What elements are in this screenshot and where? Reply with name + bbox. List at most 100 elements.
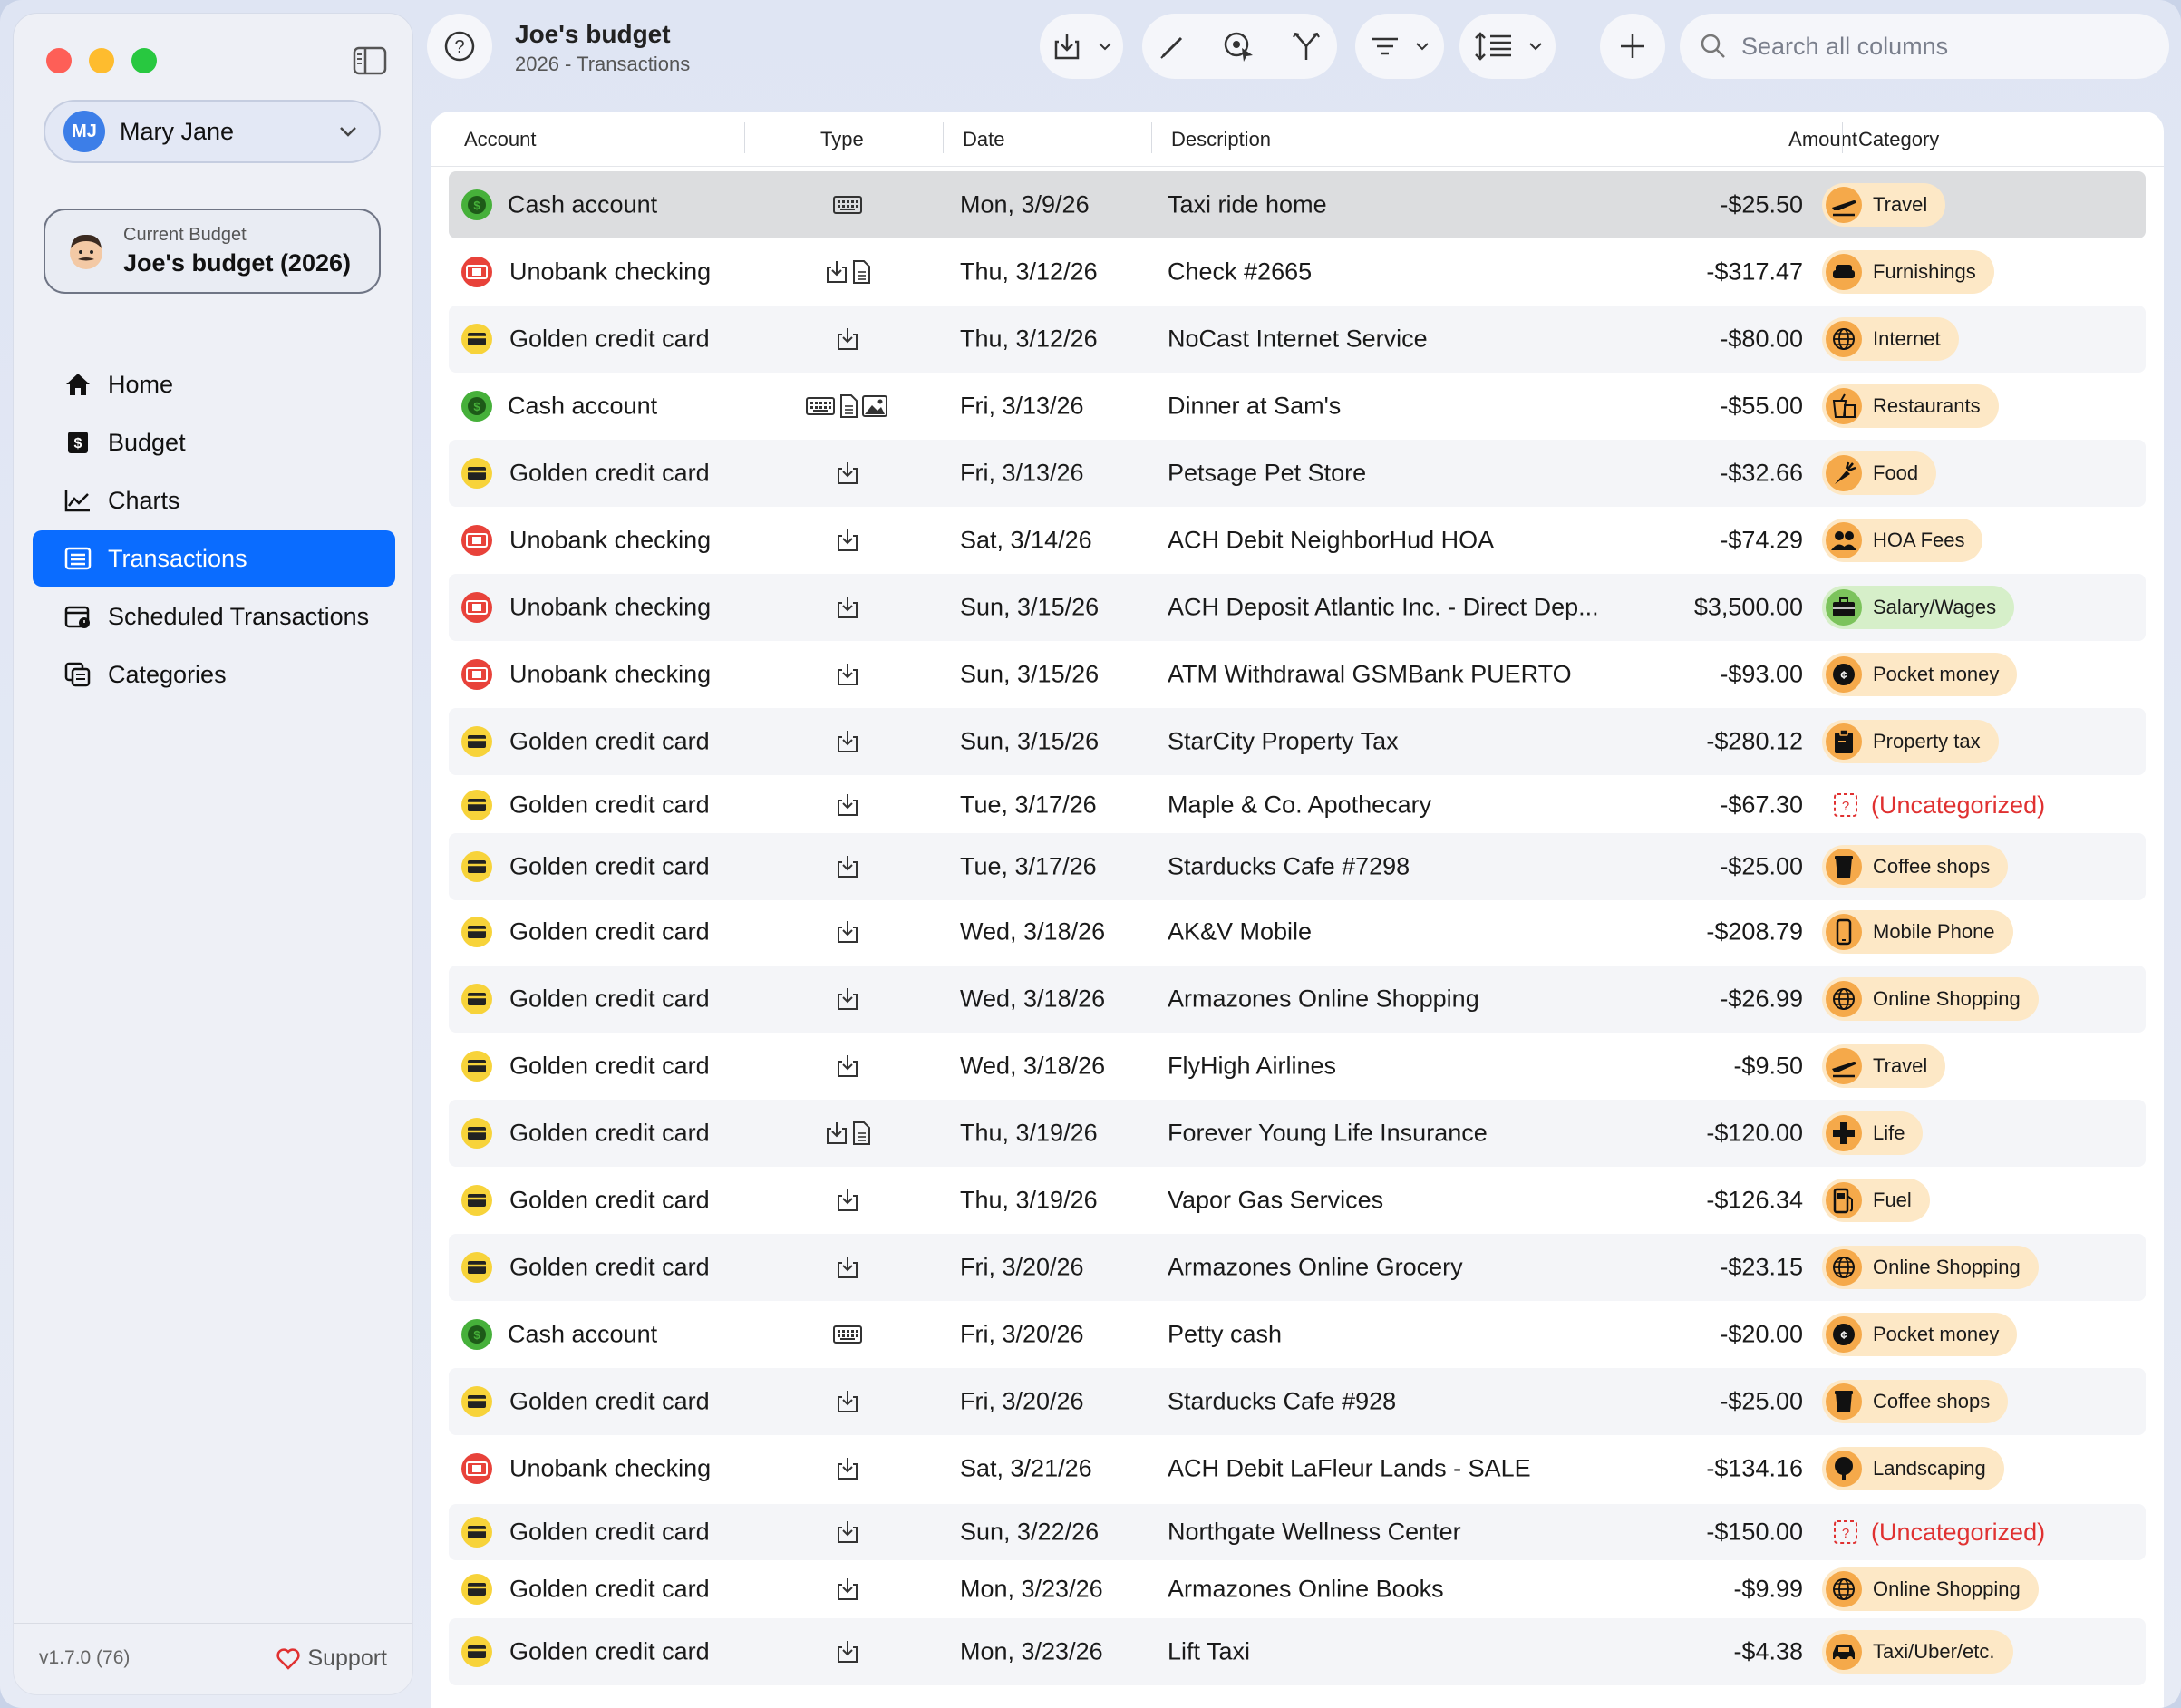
- cell-category[interactable]: Internet: [1822, 317, 1959, 361]
- pencil-icon[interactable]: [1158, 32, 1187, 61]
- document-attachment-icon[interactable]: [838, 393, 858, 419]
- category-chip[interactable]: Online Shopping: [1822, 977, 2039, 1021]
- table-row[interactable]: Unobank checking Thu, 3/12/26 Check #2665 -…: [449, 238, 2146, 306]
- category-chip[interactable]: Fuel: [1822, 1179, 1930, 1222]
- document-attachment-icon[interactable]: [851, 259, 871, 285]
- user-switcher[interactable]: MJ Mary Jane: [44, 100, 381, 163]
- minimize-window-button[interactable]: [89, 48, 114, 73]
- table-row[interactable]: Golden credit card Thu, 3/19/26 Vapor Gas …: [449, 1167, 2146, 1234]
- imported-icon[interactable]: [836, 1577, 859, 1602]
- category-chip[interactable]: Coffee shops: [1822, 845, 2009, 888]
- table-row[interactable]: Golden credit card Fri, 3/20/26 Starducks …: [449, 1368, 2146, 1435]
- table-row[interactable]: Golden credit card Mon, 3/23/26 Armazones …: [449, 1560, 2146, 1618]
- category-chip[interactable]: Taxi/Uber/etc.: [1822, 1630, 2013, 1674]
- filter-menu-button[interactable]: [1355, 14, 1444, 79]
- add-transaction-button[interactable]: [1600, 14, 1665, 79]
- search-replace-icon[interactable]: [1222, 30, 1256, 63]
- category-chip[interactable]: ¢ Pocket money: [1822, 653, 2018, 696]
- imported-icon[interactable]: [836, 461, 859, 486]
- image-attachment-icon[interactable]: [861, 394, 888, 418]
- cell-category[interactable]: ¢ Pocket money: [1822, 653, 2018, 696]
- imported-icon[interactable]: [836, 854, 859, 879]
- cell-category[interactable]: Coffee shops: [1822, 845, 2009, 888]
- import-menu-button[interactable]: [1040, 14, 1123, 79]
- imported-icon[interactable]: [836, 1456, 859, 1481]
- table-row[interactable]: Golden credit card Sun, 3/22/26 Northgate …: [449, 1504, 2146, 1560]
- table-row[interactable]: Golden credit card Mon, 3/23/26 Lift Taxi -…: [449, 1618, 2146, 1685]
- imported-icon[interactable]: [836, 662, 859, 687]
- cell-category[interactable]: ? (Uncategorized): [1822, 1510, 2063, 1554]
- close-window-button[interactable]: [46, 48, 72, 73]
- manual-entry-icon[interactable]: [832, 194, 863, 216]
- cell-category[interactable]: Salary/Wages: [1822, 586, 2015, 629]
- cell-category[interactable]: HOA Fees: [1822, 519, 1983, 562]
- table-row[interactable]: Unobank checking Sat, 3/14/26 ACH Debit Ne…: [449, 507, 2146, 574]
- imported-icon[interactable]: [825, 1121, 848, 1146]
- cell-category[interactable]: Online Shopping: [1822, 1567, 2039, 1611]
- imported-icon[interactable]: [836, 986, 859, 1012]
- imported-icon[interactable]: [836, 595, 859, 620]
- table-row[interactable]: Golden credit card Thu, 3/19/26 Forever Yo…: [449, 1100, 2146, 1167]
- category-chip[interactable]: ¢ Pocket money: [1822, 1313, 2018, 1356]
- category-chip[interactable]: Mobile Phone: [1822, 910, 2013, 954]
- category-chip[interactable]: Landscaping: [1822, 1447, 2004, 1490]
- category-chip[interactable]: Life: [1822, 1111, 1924, 1155]
- sidebar-toggle-icon[interactable]: [353, 46, 387, 75]
- cell-category[interactable]: Online Shopping: [1822, 1246, 2039, 1289]
- imported-icon[interactable]: [836, 919, 859, 945]
- search-input[interactable]: [1740, 31, 2142, 62]
- sidebar-item-charts[interactable]: Charts: [33, 472, 395, 529]
- manual-entry-icon[interactable]: [832, 1324, 863, 1345]
- sort-menu-button[interactable]: [1459, 14, 1556, 79]
- table-row[interactable]: Unobank checking Sun, 3/15/26 ATM Withdraw…: [449, 641, 2146, 708]
- table-row[interactable]: Golden credit card Fri, 3/20/26 Armazones …: [449, 1234, 2146, 1301]
- imported-icon[interactable]: [836, 1255, 859, 1280]
- cell-category[interactable]: Furnishings: [1822, 250, 1994, 294]
- category-chip[interactable]: Online Shopping: [1822, 1246, 2039, 1289]
- imported-icon[interactable]: [836, 326, 859, 352]
- category-chip[interactable]: Online Shopping: [1822, 1567, 2039, 1611]
- sidebar-item-budget[interactable]: $ Budget: [33, 414, 395, 471]
- category-chip[interactable]: Furnishings: [1822, 250, 1994, 294]
- cell-category[interactable]: Landscaping: [1822, 1447, 2004, 1490]
- manual-entry-icon[interactable]: [805, 395, 836, 417]
- cell-category[interactable]: Mobile Phone: [1822, 910, 2013, 954]
- category-chip[interactable]: Travel: [1822, 1044, 1946, 1088]
- table-row[interactable]: $ Cash account Fri, 3/20/26 Petty cash -$20.…: [449, 1301, 2146, 1368]
- cell-category[interactable]: Food: [1822, 451, 1937, 495]
- category-chip[interactable]: HOA Fees: [1822, 519, 1983, 562]
- category-chip[interactable]: Travel: [1822, 183, 1946, 227]
- cell-category[interactable]: Taxi/Uber/etc.: [1822, 1630, 2013, 1674]
- cell-category[interactable]: Life: [1822, 1111, 1924, 1155]
- column-divider[interactable]: [744, 122, 745, 153]
- document-attachment-icon[interactable]: [851, 1121, 871, 1146]
- imported-icon[interactable]: [836, 1053, 859, 1079]
- imported-icon[interactable]: [836, 1519, 859, 1545]
- imported-icon[interactable]: [836, 1389, 859, 1414]
- category-chip[interactable]: Property tax: [1822, 720, 1999, 763]
- table-row[interactable]: $ Cash account Fri, 3/13/26 Dinner at Sam's…: [449, 373, 2146, 440]
- uncategorized-badge[interactable]: ? (Uncategorized): [1833, 1510, 2063, 1554]
- column-header-account[interactable]: Account: [464, 128, 537, 151]
- help-button[interactable]: ?: [427, 14, 492, 79]
- table-row[interactable]: Unobank checking Sat, 3/21/26 ACH Debit La…: [449, 1435, 2146, 1502]
- cell-category[interactable]: Fuel: [1822, 1179, 1930, 1222]
- table-row[interactable]: Golden credit card Sun, 3/15/26 StarCity P…: [449, 708, 2146, 775]
- table-row[interactable]: Golden credit card Wed, 3/18/26 FlyHigh Ai…: [449, 1033, 2146, 1100]
- merge-icon[interactable]: [1291, 31, 1322, 62]
- cell-category[interactable]: ¢ Pocket money: [1822, 1313, 2018, 1356]
- cell-category[interactable]: ? (Uncategorized): [1822, 783, 2063, 827]
- table-row[interactable]: Golden credit card Wed, 3/18/26 AK&V Mobil…: [449, 898, 2146, 966]
- imported-icon[interactable]: [836, 729, 859, 754]
- imported-icon[interactable]: [836, 1188, 859, 1213]
- imported-icon[interactable]: [836, 792, 859, 818]
- table-row[interactable]: Golden credit card Tue, 3/17/26 Starducks …: [449, 833, 2146, 900]
- table-row[interactable]: $ Cash account Mon, 3/9/26 Taxi ride home -$…: [449, 171, 2146, 238]
- cell-category[interactable]: Travel: [1822, 183, 1946, 227]
- category-chip[interactable]: Food: [1822, 451, 1937, 495]
- table-row[interactable]: Golden credit card Wed, 3/18/26 Armazones …: [449, 966, 2146, 1033]
- column-divider[interactable]: [943, 122, 944, 153]
- column-divider[interactable]: [1151, 122, 1152, 153]
- cell-category[interactable]: Property tax: [1822, 720, 1999, 763]
- column-header-category[interactable]: Category: [1840, 128, 1939, 151]
